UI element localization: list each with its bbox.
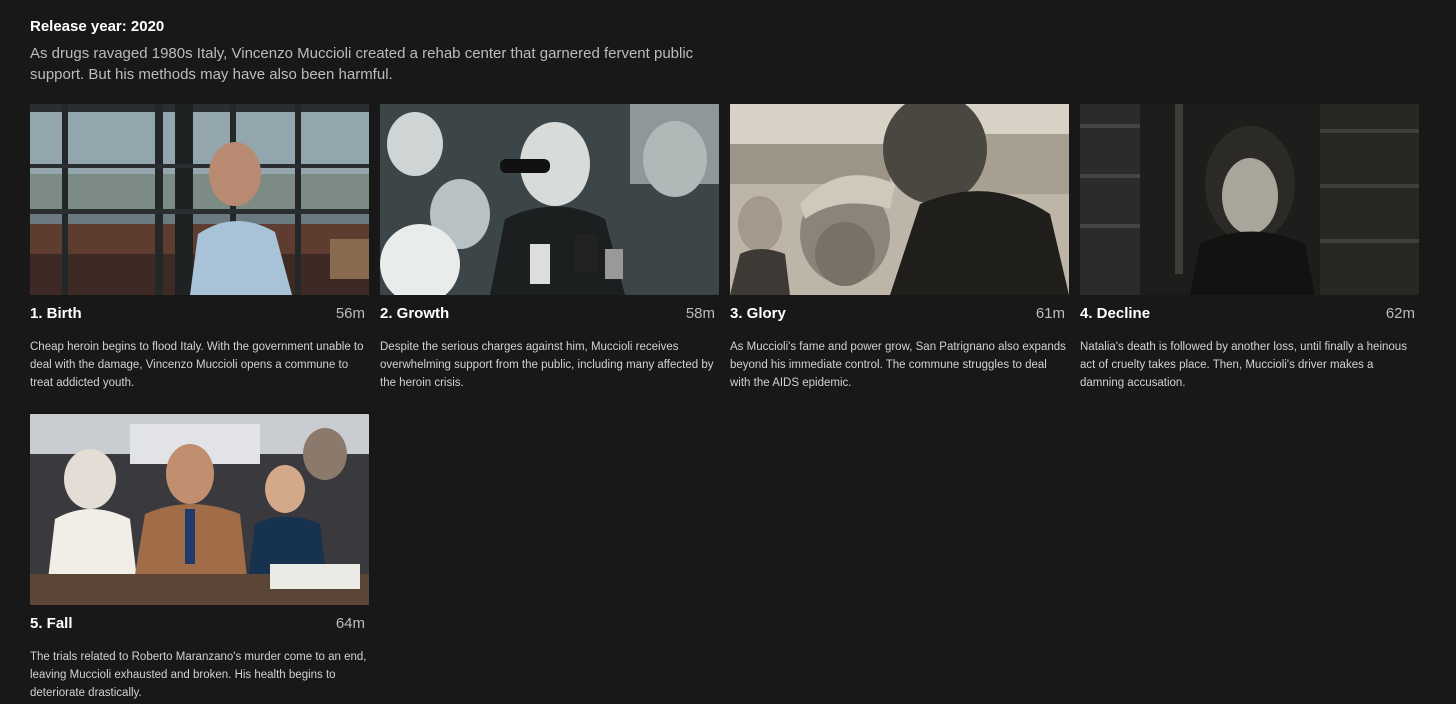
episode-description: Cheap heroin begins to flood Italy. With… bbox=[30, 341, 364, 389]
episode-description: Despite the serious charges against him,… bbox=[380, 341, 714, 389]
episode-thumbnail-image bbox=[380, 104, 719, 295]
episode-card[interactable]: 4. Decline 62m Natalia's death is follow… bbox=[1080, 104, 1419, 402]
episode-title: 3. Glory bbox=[730, 304, 786, 322]
episode-card[interactable]: 2. Growth 58m Despite the serious charge… bbox=[380, 104, 719, 402]
episode-card[interactable]: 5. Fall 64m The trials related to Robert… bbox=[30, 414, 369, 704]
episode-card[interactable]: 3. Glory 61m As Muccioli's fame and powe… bbox=[730, 104, 1069, 402]
episode-title: 2. Growth bbox=[380, 304, 450, 322]
episode-thumbnail[interactable] bbox=[1080, 104, 1419, 295]
series-synopsis: As drugs ravaged 1980s Italy, Vincenzo M… bbox=[30, 45, 694, 83]
episode-thumbnail-image bbox=[1080, 104, 1419, 295]
episode-description: Natalia's death is followed by another l… bbox=[1080, 341, 1407, 389]
episode-title: 5. Fall bbox=[30, 614, 73, 632]
episode-thumbnail[interactable] bbox=[30, 104, 369, 295]
episode-duration: 61m bbox=[1035, 304, 1065, 322]
episode-thumbnail-image bbox=[730, 104, 1069, 295]
episode-title: 1. Birth bbox=[30, 304, 82, 322]
episode-thumbnail[interactable] bbox=[30, 414, 369, 605]
release-year: Release year: 2020 bbox=[30, 18, 165, 35]
episode-grid: 1. Birth 56m Cheap heroin begins to floo… bbox=[30, 104, 1419, 704]
episode-description: The trials related to Roberto Maranzano'… bbox=[30, 651, 367, 699]
episode-thumbnail-image bbox=[30, 104, 369, 295]
episode-duration: 56m bbox=[335, 304, 365, 322]
episode-thumbnail[interactable] bbox=[380, 104, 719, 295]
episode-thumbnail-image bbox=[30, 414, 369, 605]
episode-duration: 64m bbox=[335, 614, 365, 632]
episode-card[interactable]: 1. Birth 56m Cheap heroin begins to floo… bbox=[30, 104, 369, 402]
episode-description: As Muccioli's fame and power grow, San P… bbox=[730, 341, 1066, 389]
episode-duration: 58m bbox=[685, 304, 715, 322]
episode-duration: 62m bbox=[1385, 304, 1415, 322]
episode-thumbnail[interactable] bbox=[730, 104, 1069, 295]
episodes-page: Release year: 2020 As drugs ravaged 1980… bbox=[0, 0, 1456, 704]
episode-title: 4. Decline bbox=[1080, 304, 1151, 322]
